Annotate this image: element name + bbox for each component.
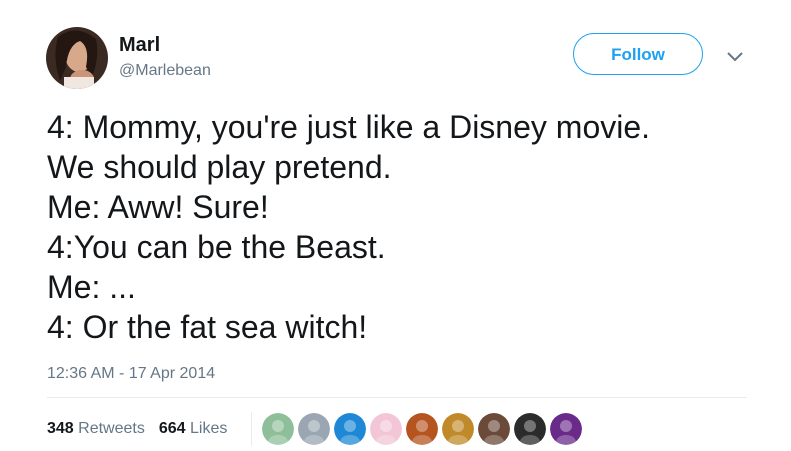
tweet-stats: 348 Retweets 664 Likes [47,419,241,439]
retweets-count: 348 [47,420,74,437]
retweets-stat[interactable]: 348 Retweets [47,419,145,439]
liker-avatar-1[interactable] [262,413,294,445]
retweets-label: Retweets [78,420,145,437]
avatar[interactable] [46,27,108,89]
liker-avatar-3[interactable] [334,413,366,445]
liker-avatars [262,413,586,447]
liker-avatar-8[interactable] [514,413,546,445]
stats-divider [251,412,252,446]
liker-avatar-6[interactable] [442,413,474,445]
liker-avatar-7[interactable] [478,413,510,445]
tweet-text: 4: Mommy, you're just like a Disney movi… [47,109,651,345]
chevron-down-icon[interactable] [726,50,744,62]
user-handle[interactable]: @Marlebean [119,61,211,81]
divider [47,397,747,398]
display-name[interactable]: Marl [119,33,160,57]
avatar-photo [46,27,108,89]
follow-button[interactable]: Follow [573,33,703,75]
liker-avatar-9[interactable] [550,413,582,445]
likes-count: 664 [158,420,186,437]
likes-stat[interactable]: 664 Likes [159,419,228,439]
liker-avatar-5[interactable] [406,413,438,445]
tweet-timestamp[interactable]: 12:36 AM - 17 Apr 2014 [47,364,215,384]
likes-label: Likes [190,420,228,437]
liker-avatar-4[interactable] [370,413,402,445]
liker-avatar-2[interactable] [298,413,330,445]
